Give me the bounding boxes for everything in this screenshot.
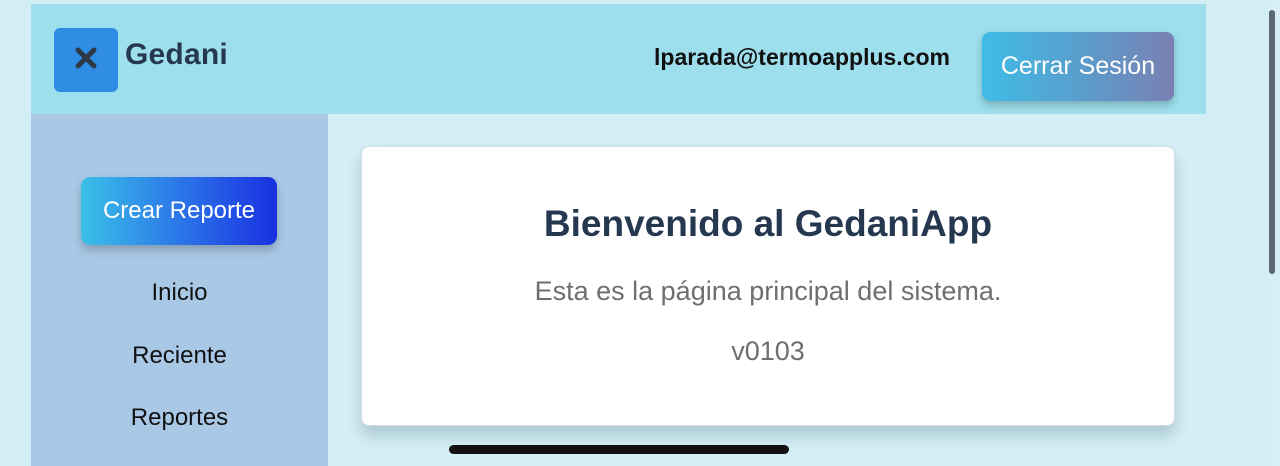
home-indicator[interactable] xyxy=(449,445,789,454)
create-report-button[interactable]: Crear Reporte xyxy=(81,177,277,245)
version-label: v0103 xyxy=(731,336,805,366)
close-icon xyxy=(73,45,99,76)
top-header: Gedani lparada@termoapplus.com Cerrar Se… xyxy=(31,4,1206,114)
page-title: Bienvenido al GedaniApp xyxy=(543,203,993,244)
logout-button[interactable]: Cerrar Sesión xyxy=(982,32,1174,101)
sidebar-item-inicio[interactable]: Inicio xyxy=(31,279,328,307)
brand-name: Gedani xyxy=(125,38,228,71)
sidebar: Crear Reporte Inicio Reciente Reportes xyxy=(31,114,328,466)
welcome-card: Bienvenido al GedaniApp Esta es la págin… xyxy=(361,146,1175,426)
app-container: Gedani lparada@termoapplus.com Cerrar Se… xyxy=(31,4,1206,466)
scrollbar-thumb[interactable] xyxy=(1269,10,1275,274)
user-email: lparada@termoapplus.com xyxy=(654,44,950,70)
welcome-subtitle: Esta es la página principal del sistema. xyxy=(534,276,1002,306)
page: Gedani lparada@termoapplus.com Cerrar Se… xyxy=(0,0,1280,466)
sidebar-item-reportes[interactable]: Reportes xyxy=(31,404,328,432)
menu-toggle-button[interactable] xyxy=(54,28,118,92)
sidebar-item-reciente[interactable]: Reciente xyxy=(31,342,328,370)
